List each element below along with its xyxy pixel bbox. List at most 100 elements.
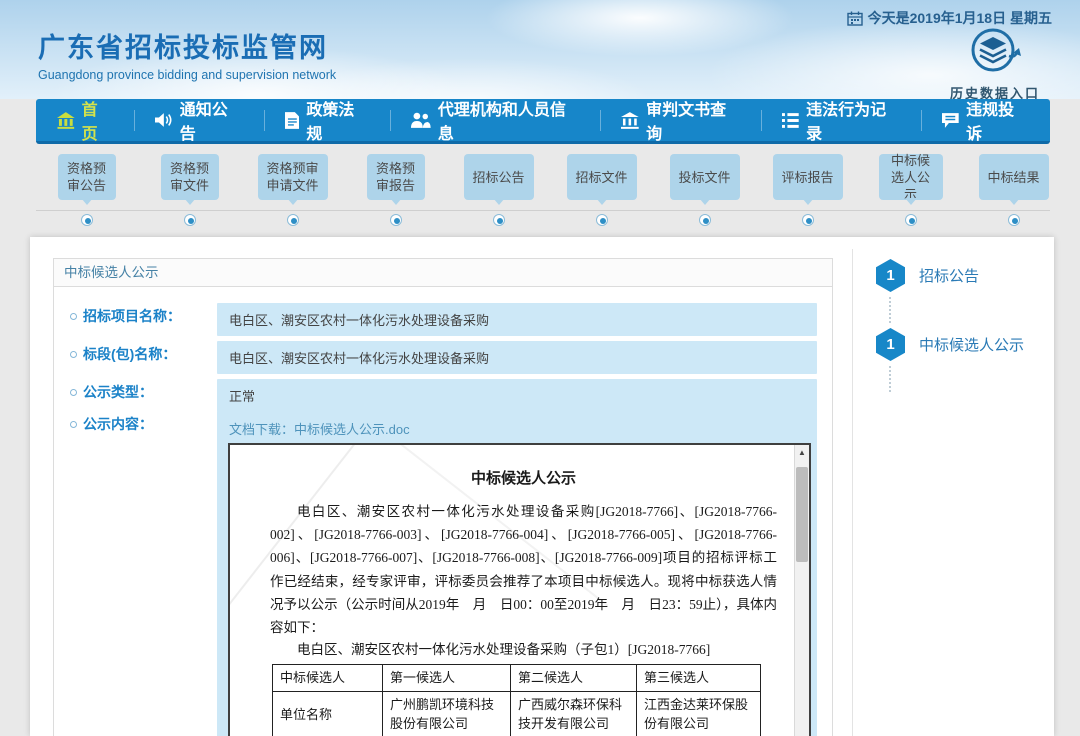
nav-item-complaints[interactable]: 违规投诉 [921, 99, 1050, 141]
tab-label: 资格预审申请文件 [266, 160, 320, 194]
field-value: 文档下载：中标候选人公示.doc 中标候选人公示 电白区、潮安区农村一体化污水处… [217, 411, 817, 736]
timeline-dot [1008, 214, 1020, 226]
page: 今天是2019年1月18日 星期五 广东省招标投标监管网 Guangdong p… [0, 0, 1080, 736]
timeline-dot [699, 214, 711, 226]
site-title: 广东省招标投标监管网 [38, 26, 336, 65]
timeline-dot [287, 214, 299, 226]
tab-label: 资格预审报告 [375, 160, 417, 194]
field-label: 招标项目名称： [54, 303, 217, 330]
sidebar-item-winner-candidates[interactable]: 1 中标候选人公示 [876, 328, 1046, 361]
tab-prequal-report[interactable]: 资格预审报告 [367, 154, 425, 200]
tab-winner-candidates[interactable]: 中标候选人公示 [879, 154, 943, 200]
field-label: 标段(包)名称： [54, 341, 217, 368]
content-panel: 中标候选人公示 招标项目名称： 电白区、潮安区农村一体化污水处理设备采购 标段(… [53, 258, 833, 736]
table-row: 中标候选人 第一候选人 第二候选人 第三候选人 [273, 665, 761, 692]
tab-label: 招标文件 [575, 169, 627, 186]
tab-label: 投标文件 [678, 169, 730, 186]
field-label-text: 招标项目名称： [83, 303, 181, 330]
timeline-dot [493, 214, 505, 226]
bullet-icon [70, 421, 77, 428]
nav-item-label: 首页 [82, 96, 113, 144]
tab-label: 中标候选人公示 [887, 152, 935, 203]
document-icon [285, 112, 300, 129]
step-connector [889, 366, 891, 392]
tab-bid-result[interactable]: 中标结果 [979, 154, 1049, 200]
table-header-cell: 中标候选人 [273, 665, 383, 692]
current-date-text: 今天是2019年1月18日 星期五 [868, 8, 1052, 28]
table-cell: 广州鹏凯环境科技股份有限公司 [383, 691, 511, 736]
timeline-dot [802, 214, 814, 226]
field-label-text: 标段(包)名称： [83, 341, 176, 368]
table-cell: 广西威尔森环保科技开发有限公司 [511, 691, 637, 736]
table-cell: 江西金达莱环保股份有限公司 [637, 691, 761, 736]
header-banner: 今天是2019年1月18日 星期五 广东省招标投标监管网 Guangdong p… [0, 0, 1080, 99]
table-header-cell: 第三候选人 [637, 665, 761, 692]
field-announcement-type: 公示类型： 正常 [54, 379, 832, 412]
nav-item-home[interactable]: 首页 [36, 99, 134, 141]
nav-item-judgment-docs[interactable]: 审判文书查询 [600, 99, 761, 141]
nav-item-notices[interactable]: 通知公告 [134, 99, 264, 141]
tab-label: 中标结果 [987, 169, 1039, 186]
field-project-name: 招标项目名称： 电白区、潮安区农村一体化污水处理设备采购 [54, 303, 832, 336]
step-connector [889, 297, 891, 323]
process-timeline: 资格预审公告 资格预审文件 资格预审申请文件 资格预审报告 招标公告 招标文件 … [36, 154, 1050, 228]
history-data-entry[interactable]: 历史数据入口 [940, 26, 1050, 102]
field-value: 正常 [217, 379, 817, 412]
step-badge: 1 [876, 259, 905, 292]
timeline-dot [905, 214, 917, 226]
nav-item-label: 政策法规 [306, 96, 369, 144]
site-subtitle: Guangdong province bidding and supervisi… [38, 68, 336, 82]
nav-item-policies[interactable]: 政策法规 [264, 99, 391, 141]
nav-item-label: 违规投诉 [966, 96, 1029, 144]
scrollbar-up-arrow[interactable]: ▲ [795, 445, 809, 460]
field-announcement-content: 公示内容： 文档下载：中标候选人公示.doc 中标候选人公示 电白区、潮安区农村… [54, 411, 832, 736]
nav-item-label: 代理机构和人员信息 [438, 96, 580, 144]
tab-prequal-announcement[interactable]: 资格预审公告 [58, 154, 116, 200]
tab-prequal-application[interactable]: 资格预审申请文件 [258, 154, 328, 200]
table-header-cell: 第一候选人 [383, 665, 511, 692]
tab-bid-announcement[interactable]: 招标公告 [464, 154, 534, 200]
step-label: 招标公告 [919, 265, 979, 286]
tab-label: 评标报告 [781, 169, 833, 186]
timeline-dot [390, 214, 402, 226]
document-paragraph: 电白区、潮安区农村一体化污水处理设备采购[JG2018-7766]、[JG201… [270, 500, 777, 639]
field-label: 公示类型： [54, 379, 217, 406]
list-icon [782, 113, 799, 128]
field-value: 电白区、潮安区农村一体化污水处理设备采购 [217, 341, 817, 374]
nav-item-agencies[interactable]: 代理机构和人员信息 [390, 99, 600, 141]
timeline-dot [81, 214, 93, 226]
field-label-text: 公示类型： [83, 379, 153, 406]
document-body: 中标候选人公示 电白区、潮安区农村一体化污水处理设备采购[JG2018-7766… [230, 445, 793, 736]
doc-download-link[interactable]: 文档下载：中标候选人公示.doc [217, 416, 422, 443]
tab-label: 资格预审文件 [169, 160, 211, 194]
sidebar-item-bid-announcement[interactable]: 1 招标公告 [876, 259, 1046, 292]
field-value: 电白区、潮安区农村一体化污水处理设备采购 [217, 303, 817, 336]
tab-tender-document[interactable]: 投标文件 [670, 154, 740, 200]
tab-bid-document[interactable]: 招标文件 [567, 154, 637, 200]
field-section-name: 标段(包)名称： 电白区、潮安区农村一体化污水处理设备采购 [54, 341, 832, 374]
table-cell: 单位名称 [273, 691, 383, 736]
chat-icon [942, 112, 959, 128]
people-icon [411, 112, 431, 128]
table-row: 单位名称 广州鹏凯环境科技股份有限公司 广西威尔森环保科技开发有限公司 江西金达… [273, 691, 761, 736]
date-bar: 今天是2019年1月18日 星期五 [847, 8, 1052, 28]
timeline-dot [596, 214, 608, 226]
main-card: 中标候选人公示 招标项目名称： 电白区、潮安区农村一体化污水处理设备采购 标段(… [30, 237, 1054, 736]
document-title: 中标候选人公示 [270, 467, 777, 488]
calendar-icon [847, 11, 863, 26]
tab-label: 资格预审公告 [66, 160, 108, 194]
scrollbar-thumb[interactable] [796, 467, 808, 562]
nav-item-label: 审判文书查询 [646, 96, 740, 144]
nav-item-label: 违法行为记录 [806, 96, 900, 144]
document-scrollbar[interactable]: ▲ [794, 445, 809, 736]
tab-evaluation-report[interactable]: 评标报告 [773, 154, 843, 200]
tab-prequal-document[interactable]: 资格预审文件 [161, 154, 219, 200]
document-subpackage-line: 电白区、潮安区农村一体化污水处理设备采购（子包1）[JG2018-7766] [270, 639, 777, 662]
courthouse-icon [621, 112, 639, 129]
site-branding: 广东省招标投标监管网 Guangdong province bidding an… [38, 26, 336, 82]
table-header-cell: 第二候选人 [511, 665, 637, 692]
document-preview: 中标候选人公示 电白区、潮安区农村一体化污水处理设备采购[JG2018-7766… [228, 443, 811, 736]
home-icon [57, 112, 75, 129]
field-label: 公示内容： [54, 411, 217, 438]
nav-item-violations[interactable]: 违法行为记录 [761, 99, 921, 141]
